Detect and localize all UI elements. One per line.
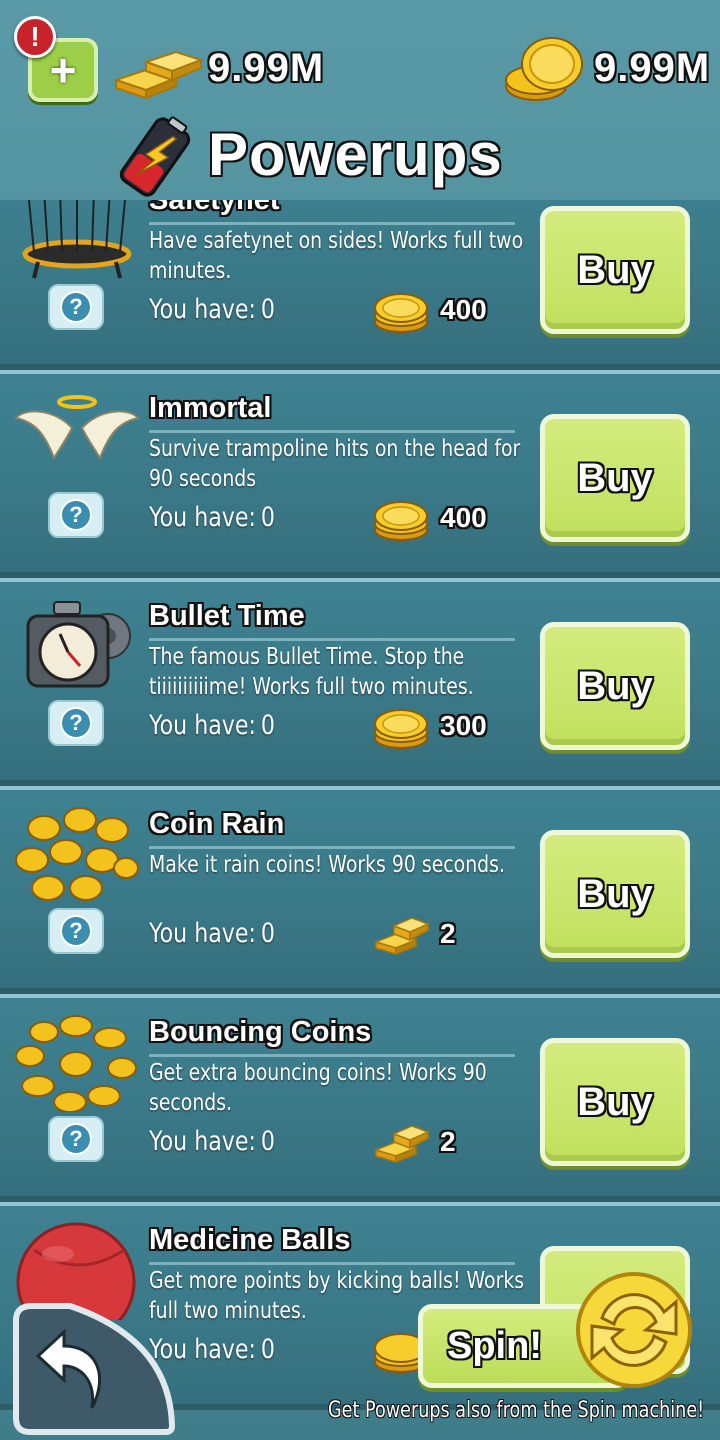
spin-label: Spin!	[447, 1324, 542, 1367]
powerup-description: The famous Bullet Time. Stop the tiiiiii…	[149, 644, 474, 700]
powerup-name: Bouncing Coins	[149, 1016, 372, 1048]
owned-label: You have:	[149, 502, 256, 533]
page-title: Powerups	[208, 121, 503, 188]
coin-stack-icon	[374, 501, 428, 541]
gold-bars-icon	[373, 917, 430, 956]
coin-ring-icon	[15, 1015, 137, 1112]
powerup-description: Survive trampoline hits on the head for …	[149, 436, 521, 492]
owned-value: 0	[260, 710, 275, 741]
footer-hint: Get Powerups also from the Spin machine!	[327, 1398, 704, 1423]
stopwatch-icon	[26, 601, 131, 688]
powerup-item-bouncing-coins: ? Bouncing Coins Get extra bouncing coin…	[0, 994, 720, 1202]
owned-count: You have: 0	[149, 918, 275, 949]
owned-value: 0	[260, 294, 275, 325]
buy-button[interactable]: Buy	[540, 830, 690, 958]
owned-count: You have: 0	[149, 710, 275, 741]
help-button[interactable]: ?	[48, 1116, 104, 1162]
help-button[interactable]: ?	[48, 492, 104, 538]
powerup-description: Have safetynet on sides! Works full two …	[149, 228, 524, 284]
buy-label: Buy	[577, 663, 653, 708]
price: 400	[440, 294, 487, 325]
divider	[149, 430, 515, 433]
owned-value: 0	[260, 502, 275, 533]
powerup-description: Get extra bouncing coins! Works 90 secon…	[149, 1060, 487, 1116]
powerup-name: Bullet Time	[149, 600, 305, 632]
coin-stack-icon	[374, 293, 428, 333]
powerup-name: Safetynet	[149, 200, 280, 216]
question-icon: ?	[60, 915, 92, 947]
buy-button[interactable]: Buy	[540, 206, 690, 334]
buy-label: Buy	[577, 247, 653, 292]
coin-stack-icon	[374, 709, 428, 749]
coin-amount: 9.99M	[594, 46, 711, 90]
divider	[149, 1054, 515, 1057]
question-icon: ?	[60, 291, 92, 323]
divider	[149, 222, 515, 225]
gold-amount: 9.99M	[208, 46, 325, 90]
owned-value: 0	[260, 1334, 275, 1365]
help-button[interactable]: ?	[48, 908, 104, 954]
buy-button[interactable]: Buy	[540, 414, 690, 542]
question-icon: ?	[60, 1123, 92, 1155]
owned-label: You have:	[149, 294, 256, 325]
price: 2	[440, 1126, 456, 1157]
price: 300	[440, 710, 487, 741]
divider	[149, 1262, 515, 1265]
powerup-item-immortal: ? Immortal Survive trampoline hits on th…	[0, 370, 720, 578]
owned-count: You have: 0	[149, 1126, 275, 1157]
owned-label: You have:	[149, 1126, 256, 1157]
owned-count: You have: 0	[149, 294, 275, 325]
owned-count: You have: 0	[149, 502, 275, 533]
powerup-name: Coin Rain	[149, 808, 285, 840]
help-button[interactable]: ?	[48, 284, 104, 330]
powerup-name: Medicine Balls	[149, 1224, 351, 1256]
buy-label: Buy	[577, 1079, 653, 1124]
plus-icon: +	[49, 44, 77, 96]
coin-stack-icon	[505, 37, 583, 101]
buy-button[interactable]: Buy	[540, 1038, 690, 1166]
powerup-list[interactable]: ? Safetynet Have safetynet on sides! Wor…	[0, 200, 720, 1440]
coin-pile-icon	[15, 807, 139, 901]
gold-bars-icon	[112, 50, 205, 100]
help-button[interactable]: ?	[48, 700, 104, 746]
buy-label: Buy	[577, 455, 653, 500]
alert-badge-icon: !	[14, 16, 56, 58]
powerup-item-bullet-time: ? Bullet Time The famous Bullet Time. St…	[0, 578, 720, 786]
trampoline-net-icon	[22, 200, 132, 279]
question-icon: ?	[60, 707, 92, 739]
divider	[149, 846, 515, 849]
buy-button[interactable]: Buy	[540, 622, 690, 750]
powerup-name: Immortal	[149, 392, 272, 424]
price: 2	[440, 918, 456, 949]
header: + ! 9.99M 9.99M Powerups	[0, 0, 720, 200]
angel-wings-icon	[14, 395, 140, 461]
owned-value: 0	[260, 1126, 275, 1157]
divider	[149, 638, 515, 641]
gold-bars-icon	[373, 1125, 430, 1164]
spin-machine-icon[interactable]	[572, 1268, 696, 1392]
battery-powerup-icon	[119, 116, 191, 197]
owned-label: You have:	[149, 710, 256, 741]
powerup-item-safetynet: ? Safetynet Have safetynet on sides! Wor…	[0, 200, 720, 370]
powerup-description: Make it rain coins! Works 90 seconds.	[149, 852, 505, 878]
back-button[interactable]	[10, 1300, 178, 1436]
owned-label: You have:	[149, 918, 256, 949]
powerup-item-coin-rain: ? Coin Rain Make it rain coins! Works 90…	[0, 786, 720, 994]
owned-value: 0	[260, 918, 275, 949]
buy-label: Buy	[577, 871, 653, 916]
price: 400	[440, 502, 487, 533]
question-icon: ?	[60, 499, 92, 531]
